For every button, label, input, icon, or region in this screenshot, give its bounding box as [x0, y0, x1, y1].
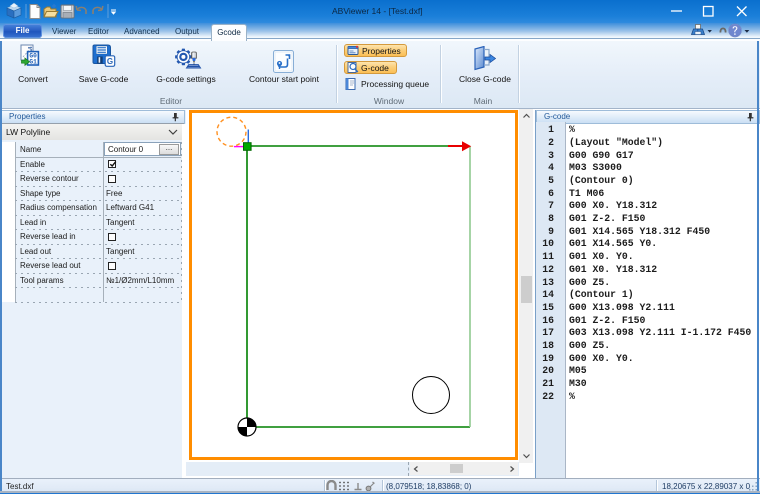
svg-text:G: G	[107, 57, 113, 66]
svg-text:G1: G1	[29, 59, 37, 66]
